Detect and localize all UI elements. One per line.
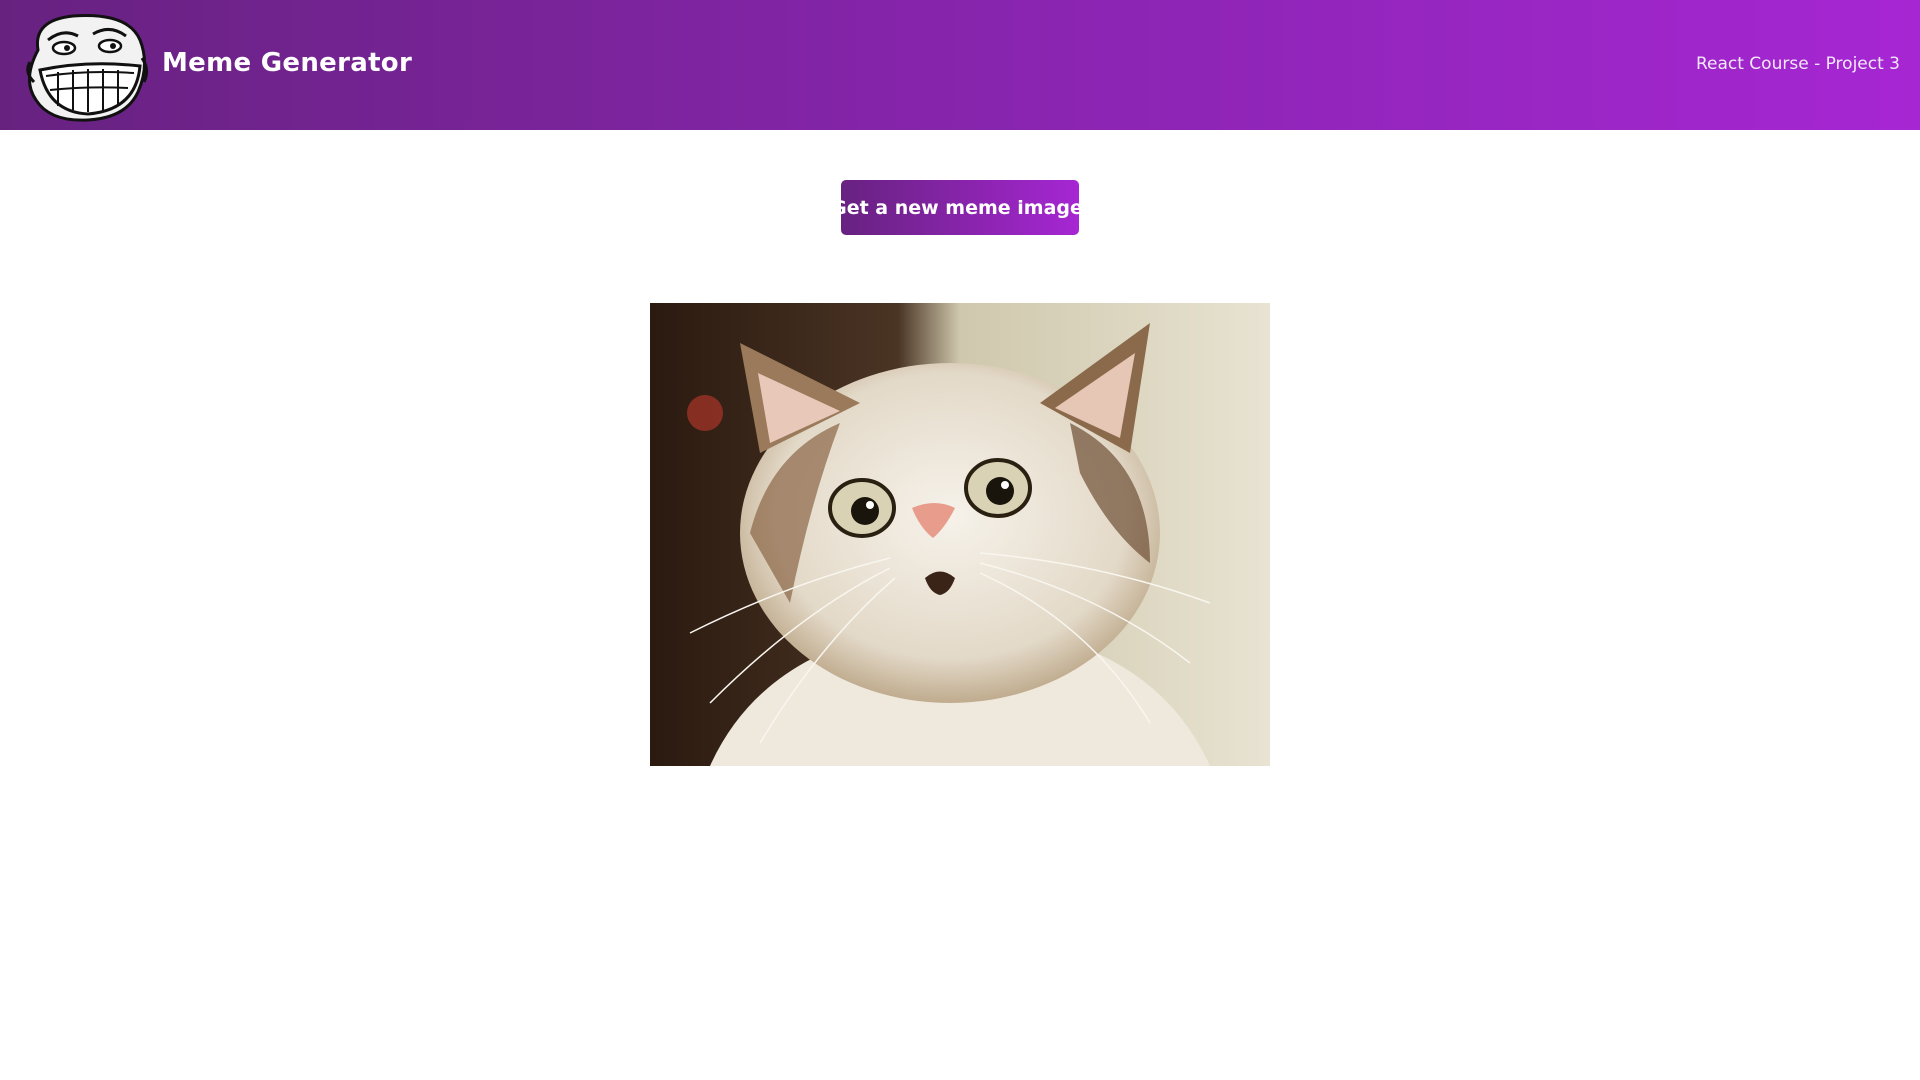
project-subtitle: React Course - Project 3 — [1695, 54, 1900, 74]
page-title: Meme Generator — [162, 48, 413, 78]
site-header: Meme Generator React Course - Project 3 — [0, 0, 1920, 130]
get-new-meme-button[interactable]: Get a new meme image — [831, 180, 1083, 235]
get-new-meme-button-label: Get a new meme image — [831, 196, 1083, 219]
troll-face-icon — [18, 10, 153, 122]
meme-image — [650, 303, 1270, 766]
